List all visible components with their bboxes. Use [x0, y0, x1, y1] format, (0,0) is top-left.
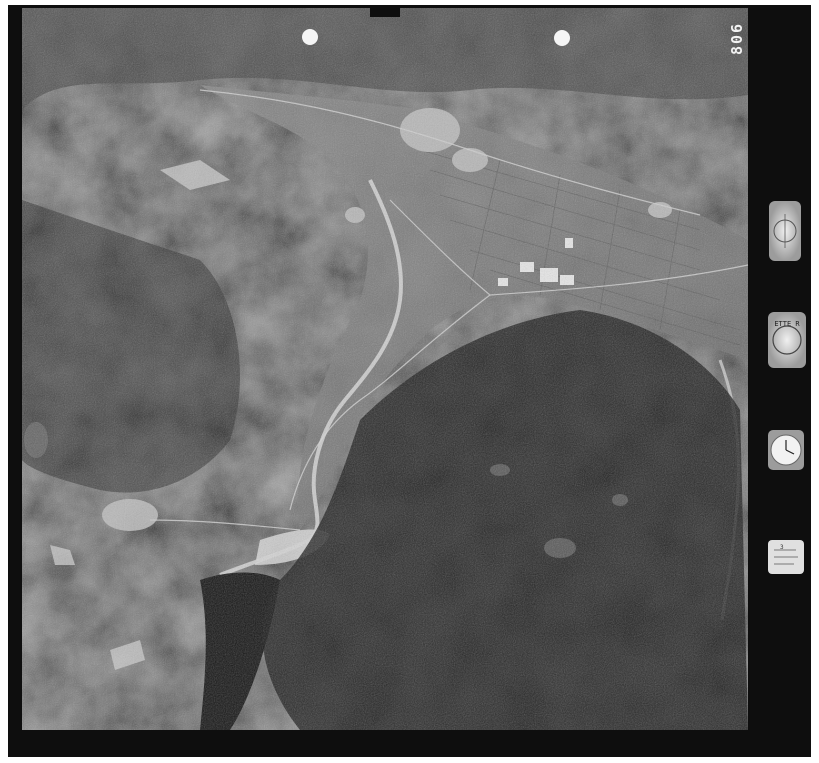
fiducial-mark-icon	[302, 29, 318, 45]
counter-label: 3	[780, 544, 784, 551]
terrain-image	[22, 8, 749, 730]
frame-number: 806	[728, 21, 746, 55]
aerial-photograph: ETTE R 3	[0, 0, 819, 763]
fiducial-mark-icon	[554, 30, 570, 46]
data-card-icon: 3	[768, 540, 804, 574]
level-bubble-icon	[769, 201, 801, 261]
altimeter-label: ETTE R	[774, 320, 800, 328]
clock-icon	[768, 430, 804, 470]
left-notch	[8, 350, 22, 380]
altimeter-icon: ETTE R	[768, 312, 806, 368]
top-notch	[370, 5, 400, 17]
